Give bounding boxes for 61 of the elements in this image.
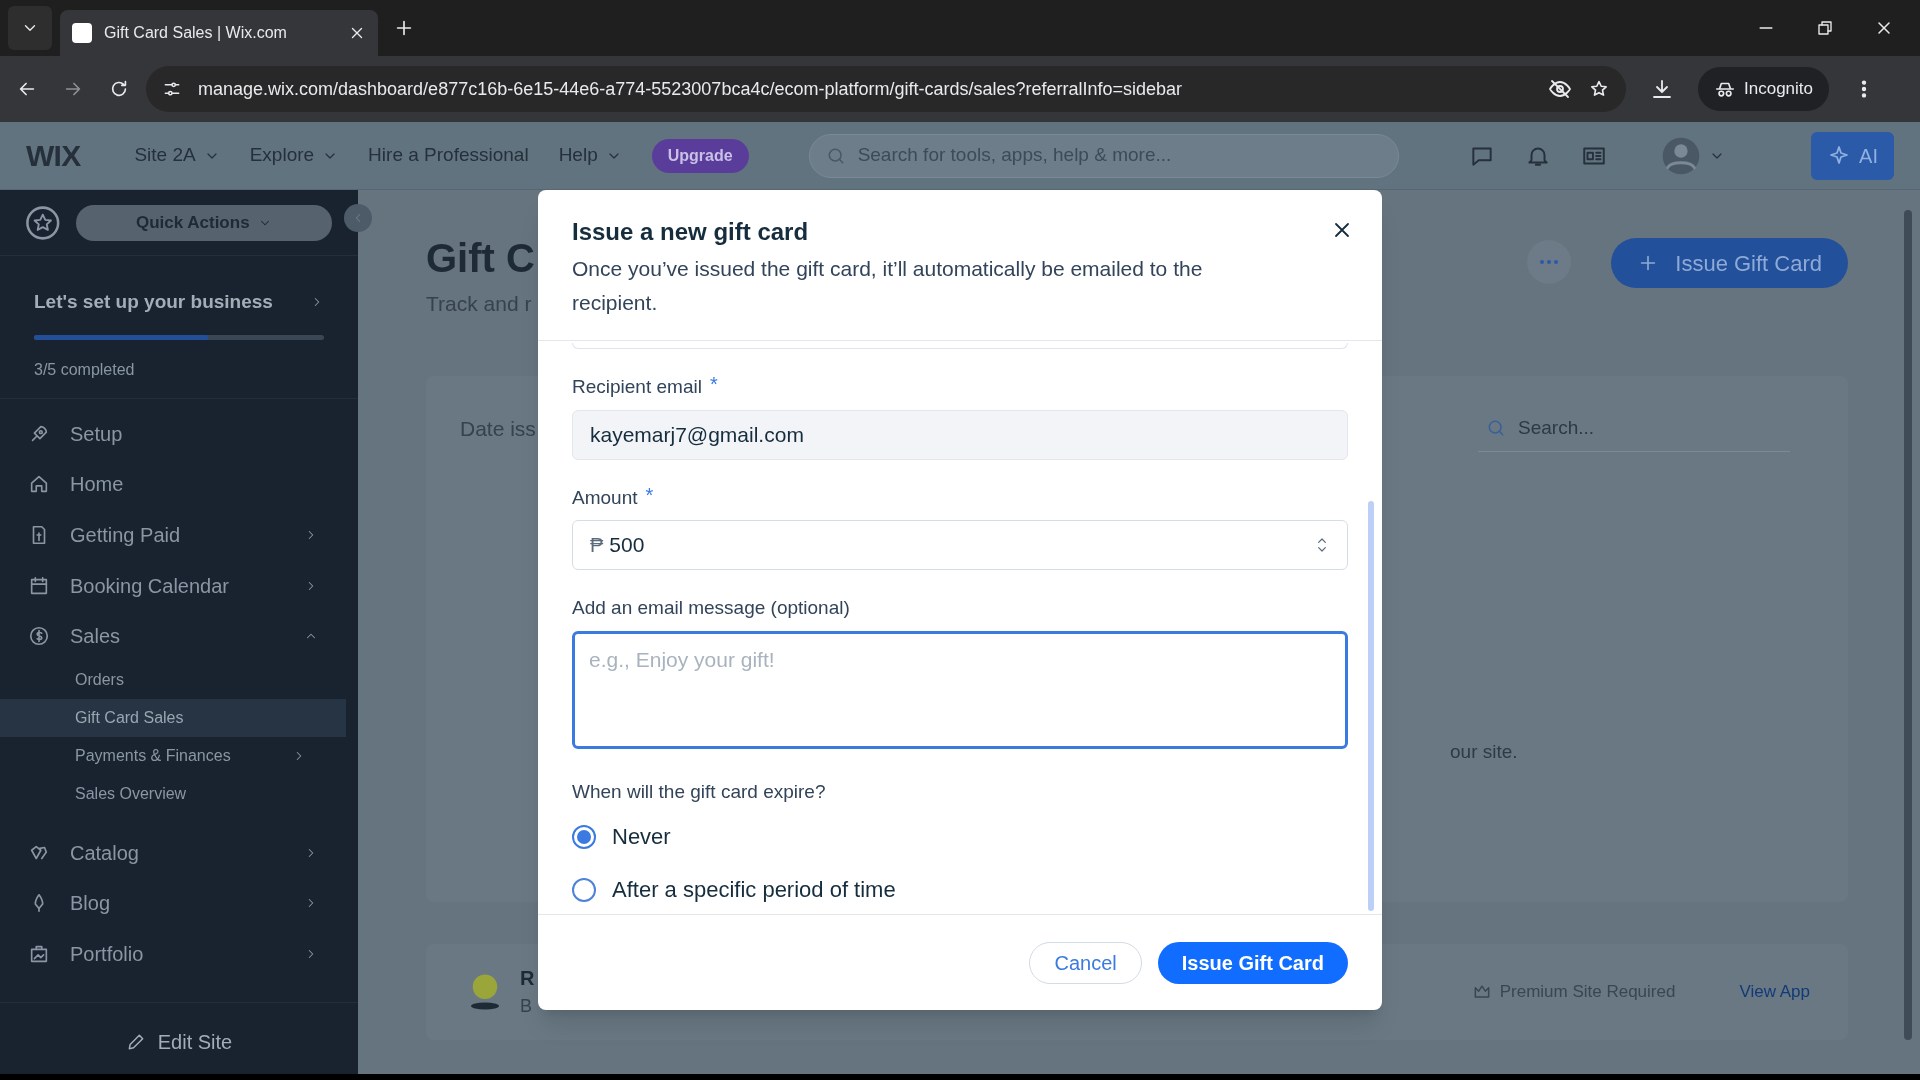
empty-state-text: our site.: [1450, 739, 1518, 764]
site-selector[interactable]: Site 2A: [134, 141, 220, 170]
sidebar-subitem[interactable]: Payments & Finances: [0, 737, 346, 776]
expiry-question: When will the gift card expire?: [572, 779, 827, 804]
field-label: Amount: [572, 485, 638, 510]
amount-field[interactable]: ₱ 500: [572, 520, 1348, 570]
browser-tab[interactable]: Gift Card Sales | Wix.com: [60, 10, 378, 56]
sidebar-item[interactable]: Home: [0, 459, 358, 510]
sidebar-item[interactable]: Getting Paid: [0, 509, 358, 561]
required-mark: *: [709, 372, 718, 397]
radio-label: After a specific period of time: [612, 876, 896, 904]
field-label: Recipient email: [572, 375, 702, 399]
sidebar-subitem[interactable]: Sales Overview: [0, 775, 346, 814]
sidebar-item[interactable]: Portfolio: [0, 928, 358, 980]
avatar-icon: [1660, 135, 1701, 176]
message-field[interactable]: e.g., Enjoy your gift!: [572, 630, 1348, 749]
required-mark: *: [645, 482, 654, 508]
app-name: R: [520, 966, 535, 991]
upgrade-button[interactable]: Upgrade: [651, 138, 749, 173]
progress-text: 3/5 completed: [34, 359, 136, 380]
incognito-label: Incognito: [1744, 78, 1813, 101]
radio-button[interactable]: [572, 877, 596, 902]
restore-icon[interactable]: [1816, 19, 1834, 37]
currency-symbol: ₱: [590, 533, 604, 558]
site-settings-icon: [162, 79, 182, 99]
nav-menu-item[interactable]: Hire a Professional: [368, 141, 529, 170]
field-label: Add an email message (optional): [572, 596, 850, 620]
dollar-icon: [28, 625, 50, 648]
setup-progress-link[interactable]: Let's set up your business: [34, 288, 324, 317]
issue-gift-card-button[interactable]: Issue Gift Card: [1611, 238, 1848, 288]
wix-logo[interactable]: WIX: [26, 133, 81, 178]
dialog-title: Issue a new gift card: [572, 217, 809, 247]
nav-menu-item[interactable]: Help: [558, 141, 622, 170]
collapse-sidebar-button[interactable]: [344, 204, 372, 232]
incognito-button[interactable]: Incognito: [1698, 67, 1829, 111]
address-bar[interactable]: manage.wix.com/dashboard/e877c16b-6e15-44e6-a774-5523007bca4c/ecom-platform/gift-cards/sales?referralInfo=sidebar: [146, 66, 1626, 112]
sidebar-subitem[interactable]: Gift Card Sales: [0, 699, 346, 738]
calendar-icon: [28, 574, 50, 597]
eye-off-icon[interactable]: [1548, 77, 1572, 101]
tab-title: Gift Card Sales | Wix.com: [104, 23, 288, 43]
edit-site-button[interactable]: Edit Site: [125, 1026, 233, 1057]
sidebar-item[interactable]: Setup: [0, 408, 358, 460]
download-icon[interactable]: [1650, 77, 1674, 101]
url-text: manage.wix.com/dashboard/e877c16b-6e15-44e6-a774-5523007bca4c/ecom-platform/gift-cards/sales?referralInfo=sidebar: [198, 77, 1184, 101]
sidebar-item[interactable]: Blog: [0, 878, 358, 929]
sidebar-item[interactable]: Sales: [0, 610, 358, 662]
sidebar-item[interactable]: Booking Calendar: [0, 560, 358, 611]
sidebar-subitem[interactable]: Orders: [0, 661, 346, 700]
more-icon: [1540, 260, 1559, 264]
dialog-description: Once you’ve issued the gift card, it’ll automatically be emailed to the recipient.: [572, 256, 1204, 316]
email-field[interactable]: kayemarj7@gmail.com: [572, 409, 1348, 460]
nav-menu-item[interactable]: Explore: [249, 141, 339, 170]
radio-label: Never: [612, 823, 671, 851]
sidebar-item[interactable]: Catalog: [0, 827, 358, 879]
ai-button[interactable]: AI: [1811, 131, 1894, 180]
favicon-icon: [72, 23, 92, 43]
page-title: Gift C: [426, 238, 535, 278]
radio-button[interactable]: [572, 824, 596, 849]
search-field[interactable]: Search...: [1478, 405, 1790, 452]
issue-gift-card-button[interactable]: Issue Gift Card: [1157, 941, 1348, 984]
search-icon: [1486, 418, 1506, 438]
